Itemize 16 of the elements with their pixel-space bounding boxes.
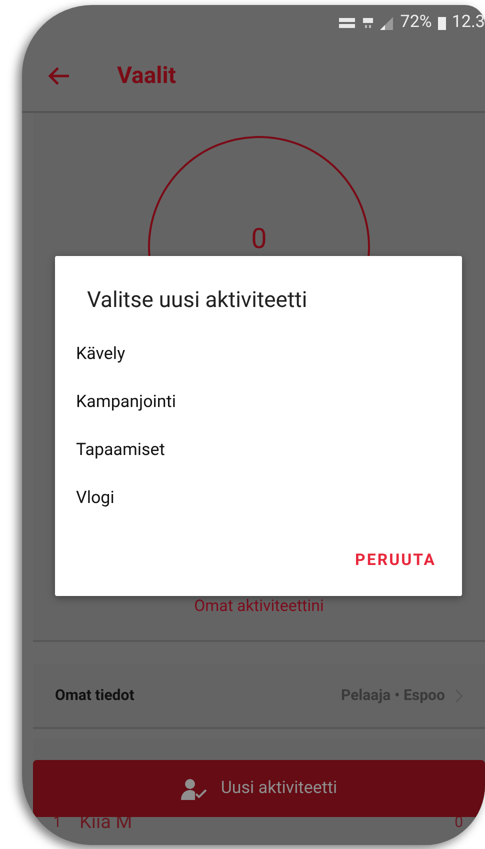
profile-label: Omat tiedot (55, 685, 134, 706)
battery-icon (438, 16, 446, 30)
counter-value: 0 (251, 221, 267, 257)
activity-option[interactable]: Kampanjointi (55, 379, 462, 427)
battery-percent: 72% (400, 11, 432, 34)
back-arrow-icon[interactable] (47, 66, 71, 86)
activity-option[interactable]: Tapaamiset (55, 427, 462, 475)
person-check-icon (180, 778, 207, 800)
activity-option[interactable]: Kävely (55, 331, 462, 379)
activity-option[interactable]: Vlogi (55, 475, 462, 523)
dialog-title: Valitse uusi aktiviteetti (87, 287, 308, 315)
screen-title: Vaalit (117, 60, 176, 91)
new-activity-button[interactable]: Uusi aktiviteetti (33, 760, 485, 817)
cancel-button[interactable]: PERUUTA (347, 542, 444, 578)
signal-icon (380, 16, 394, 30)
status-time: 12.3 (452, 11, 485, 34)
